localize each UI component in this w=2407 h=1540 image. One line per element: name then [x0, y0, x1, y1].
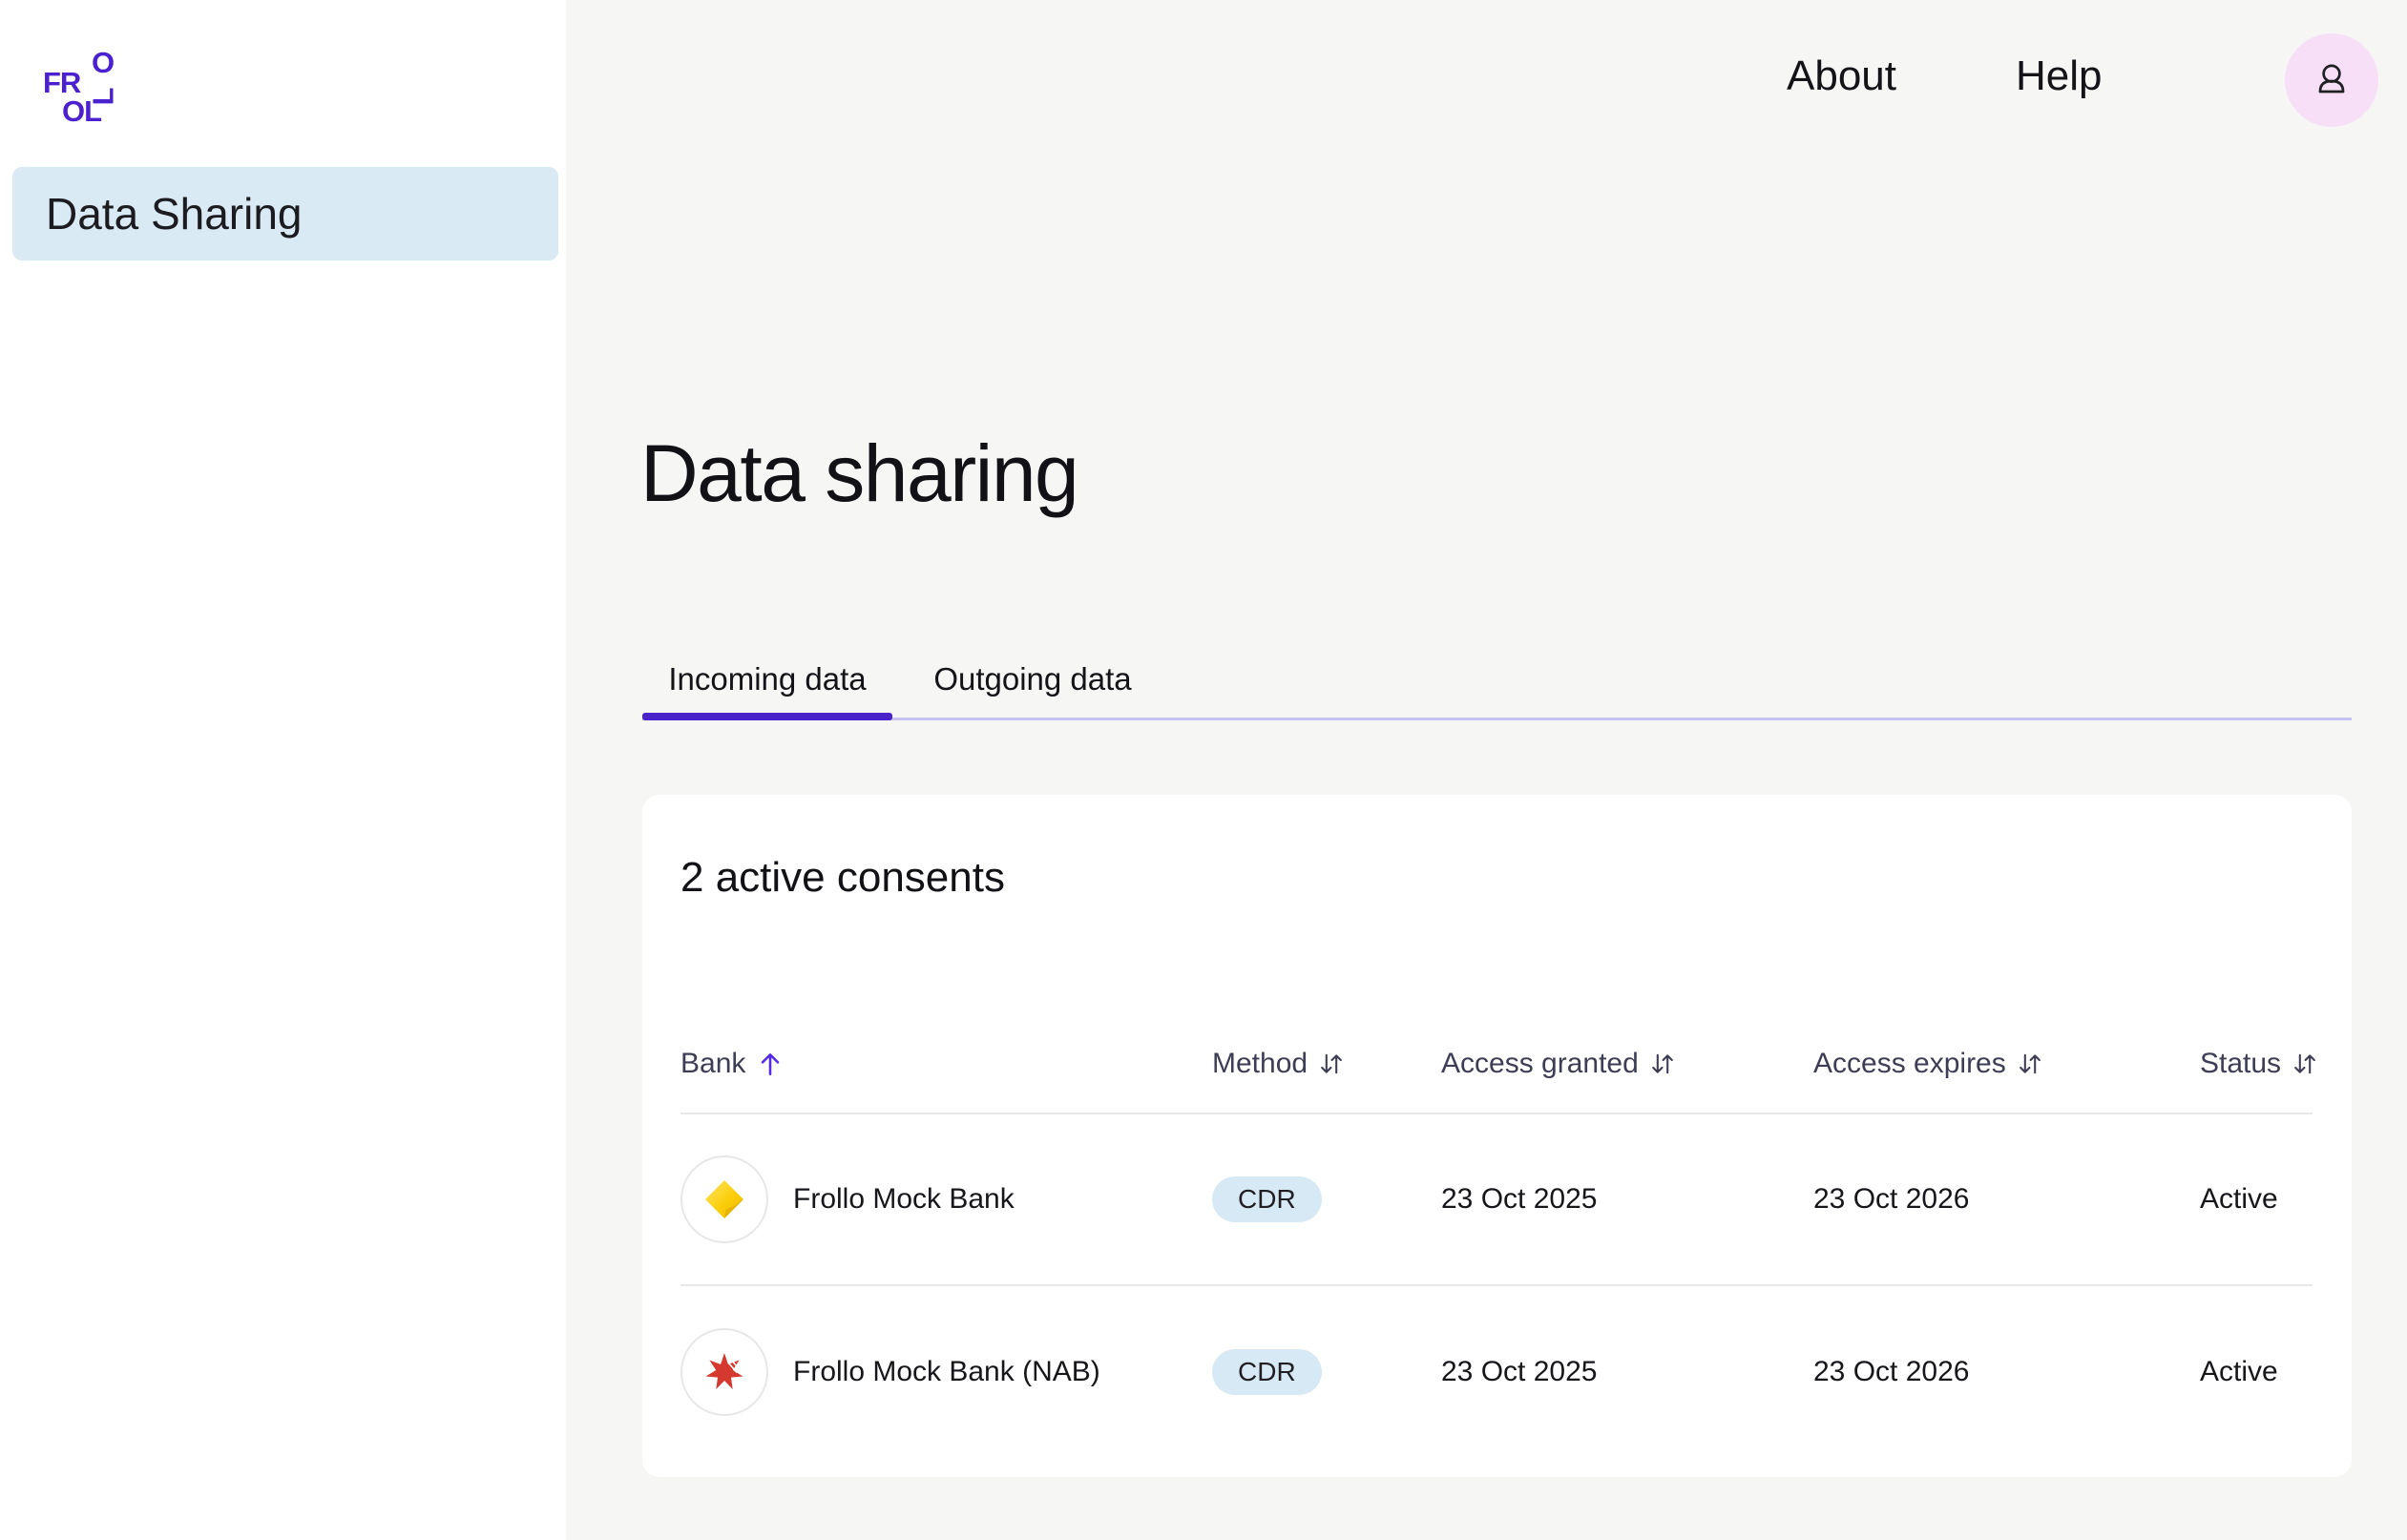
page-title: Data sharing	[640, 427, 1078, 520]
sort-both-icon	[1317, 1050, 1346, 1078]
column-header-method[interactable]: Method	[1212, 1048, 1441, 1080]
column-header-access-granted-label: Access granted	[1441, 1048, 1639, 1080]
method-cell: CDR	[1212, 1349, 1441, 1395]
access-expires-cell: 23 Oct 2026	[1813, 1183, 2200, 1216]
sort-both-icon	[1648, 1050, 1677, 1078]
active-tab-underline	[642, 713, 892, 720]
logo-letter-o: O	[92, 48, 114, 77]
tab-outgoing-label: Outgoing data	[933, 661, 1131, 697]
sort-both-icon	[2016, 1050, 2044, 1078]
table-header-row: Bank Method Access granted	[680, 1019, 2313, 1114]
bank-logo-circle	[680, 1155, 768, 1243]
commbank-diamond-icon	[702, 1177, 746, 1221]
tab-outgoing-data[interactable]: Outgoing data	[892, 645, 1173, 714]
column-header-bank[interactable]: Bank	[680, 1048, 1212, 1080]
method-cell: CDR	[1212, 1176, 1441, 1222]
column-header-access-expires-label: Access expires	[1813, 1048, 2006, 1080]
column-header-status-label: Status	[2200, 1048, 2281, 1080]
column-header-access-expires[interactable]: Access expires	[1813, 1048, 2200, 1080]
frollo-logo: FR O L OL	[43, 48, 119, 122]
bank-cell: Frollo Mock Bank	[680, 1155, 1212, 1243]
tab-bar: Incoming data Outgoing data	[642, 645, 1173, 714]
column-header-method-label: Method	[1212, 1048, 1308, 1080]
sidebar: FR O L OL Data Sharing	[0, 0, 566, 1540]
nav-link-help[interactable]: Help	[2016, 52, 2103, 100]
tab-incoming-data[interactable]: Incoming data	[642, 645, 892, 714]
bank-name: Frollo Mock Bank	[793, 1183, 1015, 1216]
column-header-access-granted[interactable]: Access granted	[1441, 1048, 1813, 1080]
sort-ascending-icon	[755, 1049, 785, 1079]
sort-both-icon	[2291, 1050, 2319, 1078]
status-cell: Active	[2200, 1183, 2313, 1216]
table-row[interactable]: Frollo Mock Bank (NAB) CDR 23 Oct 2025 2…	[680, 1286, 2313, 1458]
sidebar-item-data-sharing[interactable]: Data Sharing	[12, 167, 558, 260]
access-granted-cell: 23 Oct 2025	[1441, 1356, 1813, 1388]
status-cell: Active	[2200, 1356, 2313, 1388]
bank-cell: Frollo Mock Bank (NAB)	[680, 1328, 1212, 1416]
nab-star-icon	[702, 1350, 746, 1394]
access-expires-cell: 23 Oct 2026	[1813, 1356, 2200, 1388]
method-badge: CDR	[1212, 1349, 1322, 1395]
method-badge: CDR	[1212, 1176, 1322, 1222]
table-row[interactable]: Frollo Mock Bank CDR 23 Oct 2025 23 Oct …	[680, 1114, 2313, 1286]
access-granted-cell: 23 Oct 2025	[1441, 1183, 1813, 1216]
person-icon	[2310, 58, 2354, 102]
logo-letters-fr: FR	[43, 68, 80, 97]
column-header-status[interactable]: Status	[2200, 1048, 2319, 1080]
nav-link-about[interactable]: About	[1787, 52, 1896, 100]
bank-logo-circle	[680, 1328, 768, 1416]
column-header-bank-label: Bank	[680, 1048, 745, 1080]
user-avatar-button[interactable]	[2285, 33, 2378, 127]
bank-name: Frollo Mock Bank (NAB)	[793, 1356, 1100, 1388]
consents-card: 2 active consents Bank Method Access gra…	[642, 795, 2352, 1477]
sidebar-item-label: Data Sharing	[46, 188, 303, 239]
tab-track-line	[642, 718, 2352, 720]
tab-incoming-label: Incoming data	[668, 661, 866, 697]
consents-summary: 2 active consents	[680, 854, 1005, 902]
logo-letters-ol: OL	[62, 96, 101, 126]
